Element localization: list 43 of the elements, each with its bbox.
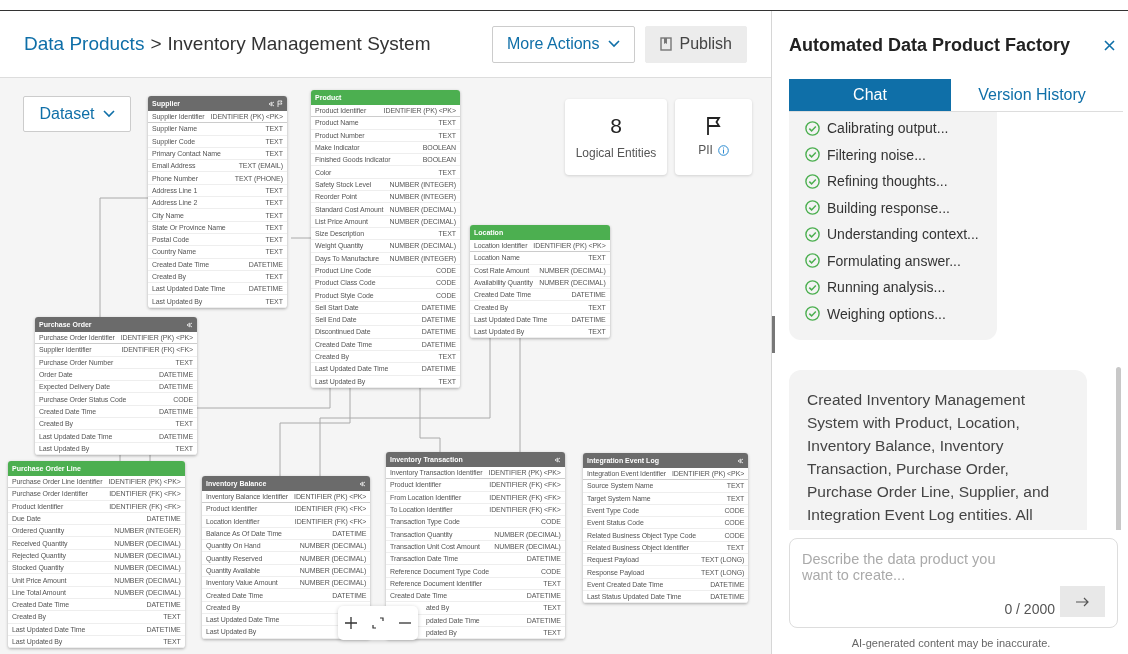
send-button[interactable] [1060,586,1105,617]
stat-label: PII [698,143,713,157]
step-text: Filtering noise... [827,146,926,163]
chat-input[interactable]: Describe the data product you want to create... [802,551,1027,589]
chevron-down-icon [102,110,115,118]
collapse-icon[interactable] [738,457,745,464]
collapse-icon[interactable] [360,480,367,487]
arrow-right-icon [1075,596,1090,607]
zoom-in-icon[interactable] [345,617,358,629]
page-title: Inventory Management System [167,33,431,55]
book-icon [659,37,672,51]
step-text: Understanding context... [827,226,979,243]
resize-handle[interactable] [772,316,775,353]
disclaimer-text: AI-generated content may be inaccurate. [850,637,1052,649]
breadcrumb-separator: > [150,33,162,55]
more-actions-button[interactable]: More Actions [492,25,635,63]
step-text: Running analysis... [827,279,946,296]
entity-count: 8 [610,114,622,138]
panel-title: Automated Data Product Factory [789,34,1071,56]
close-icon[interactable] [1104,39,1115,51]
chat-input-box[interactable]: Describe the data product you want to create... 0 / 2000 [789,538,1118,628]
flag-icon[interactable] [276,100,283,107]
flag-icon [705,117,722,135]
step-text: Refining thoughts... [827,173,948,190]
connector-line [290,237,312,239]
step-text: Building response... [827,199,950,216]
message-bubble: Created Inventory Management System with Product, Location, Inventory Balance, Inventory Transaction, Purchase Order, Purchase Order Line, Supplier, and Integration Event Log entities. All [789,370,1087,530]
connector-line [119,454,121,462]
collapse-icon[interactable] [187,321,193,328]
character-counter: 0 / 2000 [1004,601,1055,617]
collapse-icon[interactable] [268,100,275,107]
collapse-icon[interactable] [554,456,561,463]
info-icon[interactable] [717,144,729,156]
step-text: Formulating answer... [827,252,961,269]
scrollbar[interactable] [1116,367,1121,530]
tab[interactable]: Chat [789,79,951,111]
stat-label: Logical Entities [575,146,657,160]
step-text: Calibrating output... [827,120,949,137]
dataset-dropdown[interactable]: Dataset [23,96,131,132]
chevron-down-icon [607,40,620,48]
fit-view-icon[interactable] [372,617,384,629]
step-text: Weighing options... [827,305,946,322]
breadcrumb-link[interactable]: Data Products [24,33,145,55]
